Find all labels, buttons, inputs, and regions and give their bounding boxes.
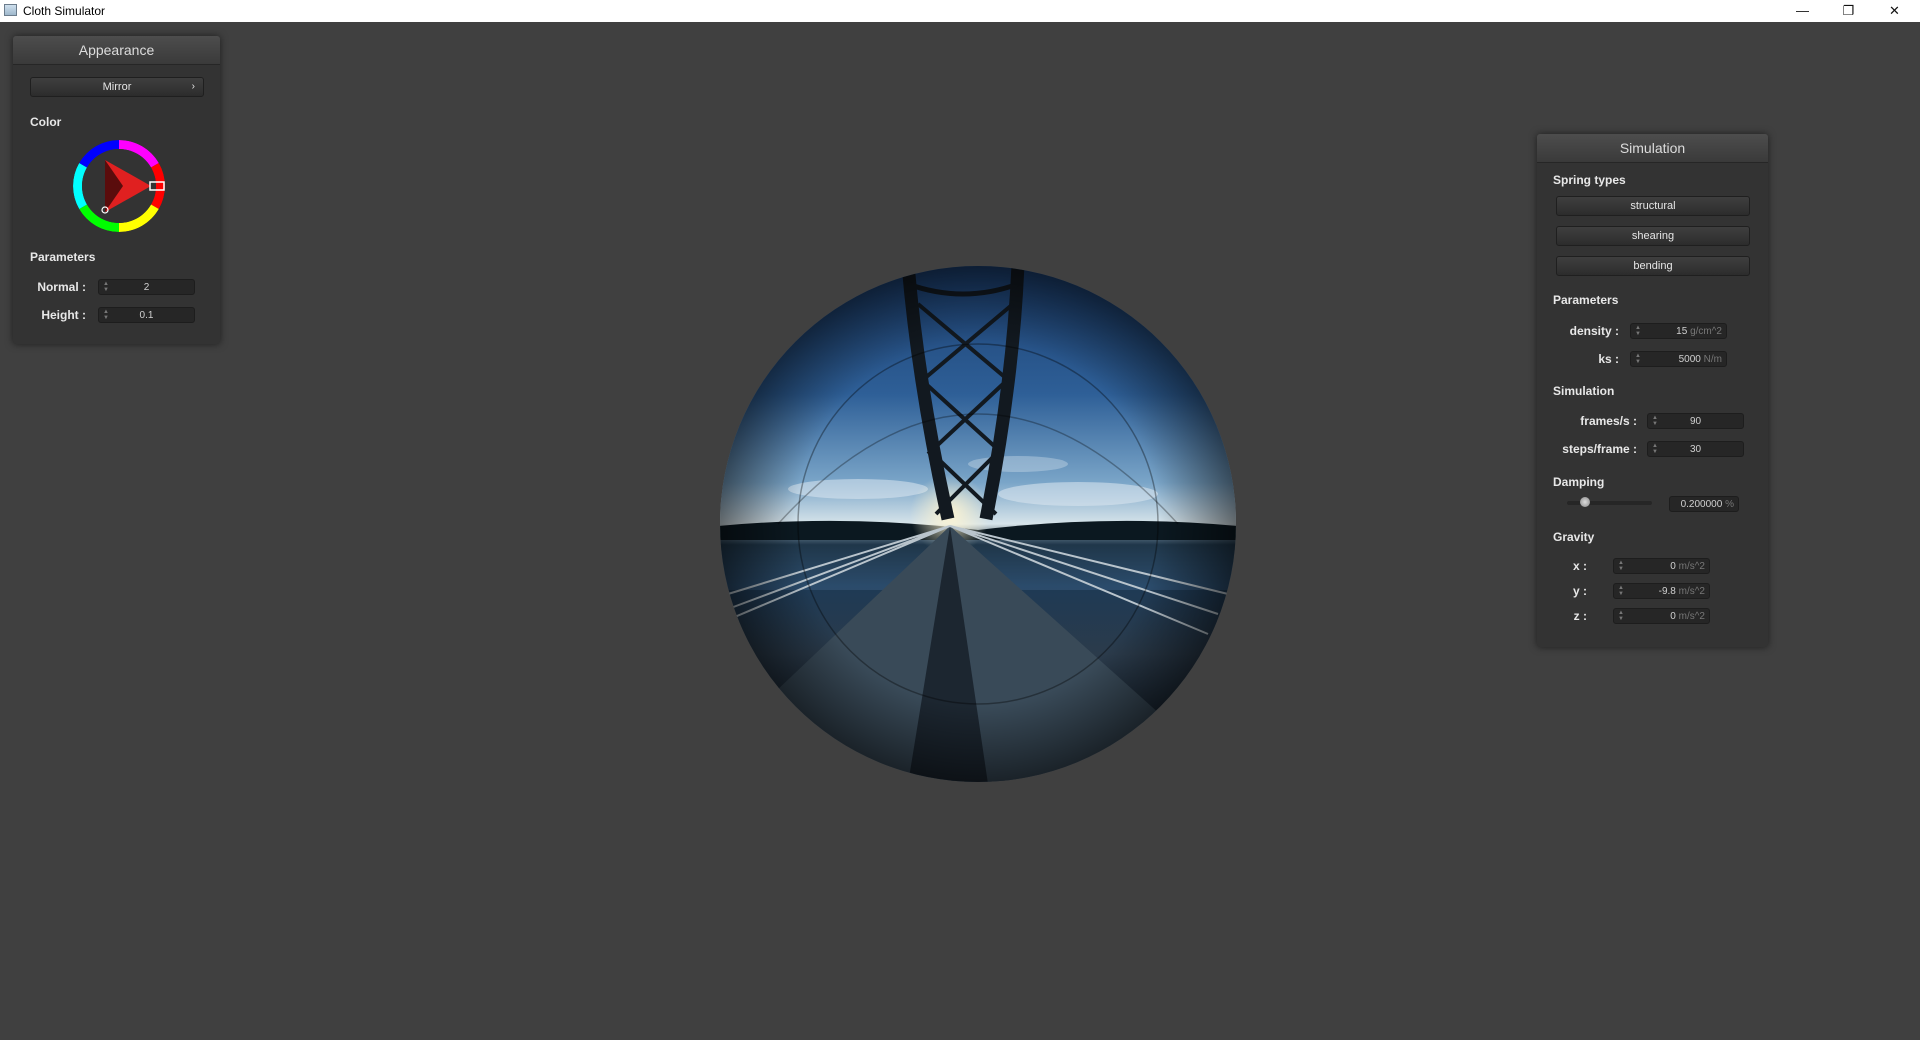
restore-icon[interactable]: ❐ [1826,0,1871,22]
ks-unit: N/m [1703,354,1722,365]
fps-label: frames/s : [1580,414,1637,428]
sim-parameters-label: Parameters [1553,293,1619,307]
density-label: density : [1569,324,1619,338]
gravity-z-label: z : [1573,609,1587,623]
height-label: Height : [41,308,86,322]
gravity-z-value: 0 [1670,611,1676,622]
gravity-y-value: -9.8 [1658,586,1676,597]
gravity-label: Gravity [1553,530,1595,544]
close-icon[interactable]: ✕ [1872,0,1917,22]
chevron-right-icon: › [191,81,195,92]
window-title: Cloth Simulator [23,4,106,18]
damping-value-box[interactable]: 0.200000 % [1669,496,1739,512]
appearance-parameters-label: Parameters [30,250,96,264]
density-input[interactable]: ▲ ▼ 15 g/cm^2 [1630,323,1727,339]
app-icon [4,4,17,16]
simulation-panel-title[interactable]: Simulation [1537,134,1768,163]
spinner-icon[interactable]: ▲ ▼ [1618,585,1624,597]
spring-types-label: Spring types [1553,173,1626,187]
ks-input[interactable]: ▲ ▼ 5000 N/m [1630,351,1727,367]
fps-input[interactable]: ▲ ▼ 90 [1647,413,1744,429]
minimize-icon[interactable]: — [1780,0,1825,22]
normal-input[interactable]: ▲ ▼ 2 [98,279,195,295]
damping-slider-handle[interactable] [1580,497,1590,507]
spinner-icon[interactable]: ▲ ▼ [1618,610,1624,622]
mirror-sphere[interactable] [718,264,1238,784]
density-value: 15 [1676,326,1688,337]
gravity-unit: m/s^2 [1678,586,1705,597]
color-label: Color [30,115,62,129]
gravity-unit: m/s^2 [1678,561,1705,572]
shader-dropdown-label: Mirror [102,81,132,93]
steps-input[interactable]: ▲ ▼ 30 [1647,441,1744,457]
gravity-y-label: y : [1572,584,1587,598]
bending-button[interactable]: bending [1556,256,1750,276]
damping-slider[interactable] [1567,497,1652,507]
spinner-icon[interactable]: ▲ ▼ [1618,560,1624,572]
shearing-button[interactable]: shearing [1556,226,1750,246]
gravity-y-input[interactable]: ▲ ▼ -9.8 m/s^2 [1613,583,1710,599]
gravity-x-input[interactable]: ▲ ▼ 0 m/s^2 [1613,558,1710,574]
shader-dropdown[interactable]: Mirror › [30,77,204,97]
gravity-x-value: 0 [1670,561,1676,572]
spinner-icon[interactable]: ▲ ▼ [1635,353,1641,365]
damping-label: Damping [1553,475,1605,489]
damping-unit: % [1725,499,1734,510]
height-input[interactable]: ▲ ▼ 0.1 [98,307,195,323]
ks-value: 5000 [1678,354,1701,365]
structural-button[interactable]: structural [1556,196,1750,216]
simulation-panel: Simulation Spring types structural shear… [1537,134,1768,647]
appearance-panel: Appearance Mirror › Color Parameters Nor… [13,36,220,344]
title-bar: Cloth Simulator — ❐ ✕ [0,0,1920,22]
normal-label: Normal : [37,280,86,294]
gravity-x-label: x : [1572,559,1587,573]
spinner-icon[interactable]: ▲ ▼ [1635,325,1641,337]
appearance-panel-title[interactable]: Appearance [13,36,220,65]
simulation-section-label: Simulation [1553,384,1615,398]
gravity-unit: m/s^2 [1678,611,1705,622]
damping-value: 0.200000 [1680,499,1723,510]
color-wheel[interactable] [73,140,165,232]
steps-label: steps/frame : [1562,442,1637,456]
density-unit: g/cm^2 [1690,326,1722,337]
ks-label: ks : [1598,352,1619,366]
gravity-z-input[interactable]: ▲ ▼ 0 m/s^2 [1613,608,1710,624]
